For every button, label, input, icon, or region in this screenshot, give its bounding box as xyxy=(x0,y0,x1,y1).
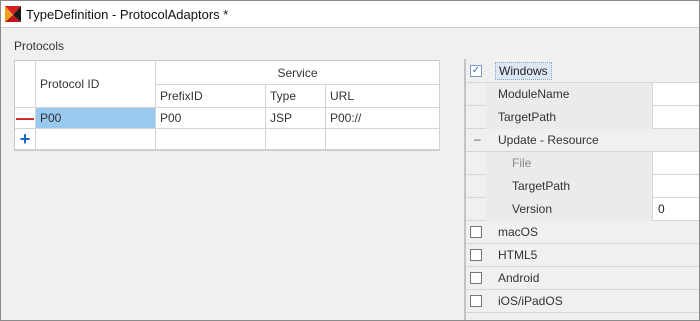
platform-row-html5[interactable]: HTML5 xyxy=(466,244,699,267)
add-row-icon[interactable]: + xyxy=(15,129,35,149)
property-value-file[interactable] xyxy=(652,152,699,174)
macos-checkbox[interactable] xyxy=(470,226,482,238)
property-name-target-path: TargetPath xyxy=(498,110,557,124)
column-header-url[interactable]: URL xyxy=(326,85,440,108)
window-title: TypeDefinition - ProtocolAdaptors * xyxy=(26,7,229,22)
property-row-version[interactable]: Version 0 xyxy=(466,198,699,221)
editor-content: Protocols Protocol ID Service PrefixID T… xyxy=(1,29,699,320)
cell-type[interactable]: JSP xyxy=(266,108,326,129)
new-row-prefix-id[interactable] xyxy=(156,129,266,150)
column-header-protocol-id[interactable]: Protocol ID xyxy=(36,61,156,108)
collapse-icon[interactable]: – xyxy=(474,132,481,146)
property-value-resource-target-path[interactable] xyxy=(652,175,699,197)
property-value-target-path[interactable] xyxy=(652,106,699,128)
column-header-type[interactable]: Type xyxy=(266,85,326,108)
property-row-resource-target-path[interactable]: TargetPath xyxy=(466,175,699,198)
title-bar: TypeDefinition - ProtocolAdaptors * xyxy=(1,1,699,28)
property-value-version[interactable]: 0 xyxy=(652,198,699,220)
row-gutter: — xyxy=(15,108,36,129)
property-name-version: Version xyxy=(512,202,553,216)
protocols-grid: Protocol ID Service PrefixID Type URL — … xyxy=(14,60,440,151)
html5-checkbox[interactable] xyxy=(470,249,482,261)
platform-label-html5: HTML5 xyxy=(498,248,538,262)
platform-property-grid: ✓ Windows ModuleName TargetPath – Update… xyxy=(466,60,699,320)
platform-row-android[interactable]: Android xyxy=(466,267,699,290)
platform-row-windows[interactable]: ✓ Windows xyxy=(466,60,699,83)
android-checkbox[interactable] xyxy=(470,272,482,284)
remove-row-icon[interactable]: — xyxy=(15,108,35,128)
new-row-protocol-id[interactable] xyxy=(36,129,156,150)
property-name-file: File xyxy=(512,156,532,170)
protocols-section-label: Protocols xyxy=(14,39,65,53)
property-row-target-path[interactable]: TargetPath xyxy=(466,106,699,129)
new-row-type[interactable] xyxy=(266,129,326,150)
cell-protocol-id[interactable]: P00 xyxy=(36,108,156,129)
platform-row-macos[interactable]: macOS xyxy=(466,221,699,244)
property-name-resource-target-path: TargetPath xyxy=(512,179,571,193)
platform-row-ios[interactable]: iOS/iPadOS xyxy=(466,290,699,313)
new-row-url[interactable] xyxy=(326,129,440,150)
column-header-service-group: Service xyxy=(156,61,440,85)
group-row-update-resource[interactable]: – Update - Resource xyxy=(466,129,699,152)
app-logo-icon xyxy=(5,6,21,22)
platform-label-windows: Windows xyxy=(495,62,552,80)
property-row-file[interactable]: File xyxy=(466,152,699,175)
property-name-module-name: ModuleName xyxy=(498,87,570,101)
type-definition-window: TypeDefinition - ProtocolAdaptors * Prot… xyxy=(0,0,700,321)
property-row-module-name[interactable]: ModuleName xyxy=(466,83,699,106)
add-row-gutter: + xyxy=(15,129,36,150)
column-header-prefix-id[interactable]: PrefixID xyxy=(156,85,266,108)
property-value-module-name[interactable] xyxy=(652,83,699,105)
platform-label-ios: iOS/iPadOS xyxy=(498,294,563,308)
windows-checkbox[interactable]: ✓ xyxy=(470,65,482,77)
platform-label-android: Android xyxy=(498,271,540,285)
ios-checkbox[interactable] xyxy=(470,295,482,307)
platform-label-macos: macOS xyxy=(498,225,539,239)
grid-header-gutter xyxy=(15,61,36,108)
cell-prefix-id[interactable]: P00 xyxy=(156,108,266,129)
group-label-update-resource: Update - Resource xyxy=(498,133,599,147)
cell-url[interactable]: P00:// xyxy=(326,108,440,129)
